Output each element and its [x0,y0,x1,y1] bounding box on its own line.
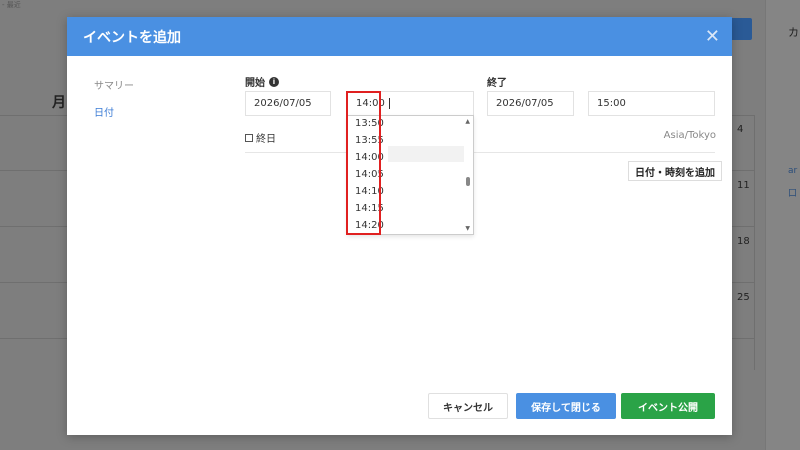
background-button [730,18,752,40]
start-time-input[interactable]: 14:00 [347,91,474,116]
dialog-header: イベントを追加 ✕ [67,17,732,56]
all-day-label: 終日 [256,134,276,145]
start-label-text: 開始 [245,78,265,89]
dialog-title: イベントを追加 [83,29,181,46]
time-option[interactable]: 14:20 [355,220,384,231]
time-option[interactable]: 14:05 [355,169,384,180]
dropdown-hover-highlight [388,146,464,162]
end-time-input[interactable]: 15:00 [588,91,715,116]
time-option[interactable]: 13:55 [355,135,384,146]
scroll-down-icon[interactable]: ▼ [465,225,470,232]
nav-item-date[interactable]: 日付 [94,104,134,119]
time-option[interactable]: 14:00 [355,152,384,163]
end-date-input[interactable]: 2026/07/05 [487,91,574,116]
dialog-side-nav: サマリー 日付 [94,77,134,131]
divider [245,152,715,153]
start-time-value: 14:00 [356,98,385,109]
publish-event-button[interactable]: イベント公開 [621,393,715,419]
time-dropdown[interactable]: 13:50 13:55 14:00 14:05 14:10 14:15 14:2… [347,115,474,235]
right-panel-text: 口 [788,189,798,199]
cancel-button[interactable]: キャンセル [428,393,508,419]
background-heading: 月 [52,95,66,111]
calendar-day-number: 18 [737,236,750,247]
calendar-day-number: 4 [737,124,744,135]
add-date-time-button[interactable]: 日付・時刻を追加 [628,161,722,181]
calendar-day-number: 25 [737,292,750,303]
scrollbar-thumb[interactable] [466,177,470,186]
calendar-day-number: 11 [737,180,750,191]
end-label: 終了 [487,78,507,89]
close-icon[interactable]: ✕ [705,27,720,46]
scroll-up-icon[interactable]: ▲ [465,118,470,125]
calendar-column-line [754,115,755,370]
save-and-close-button[interactable]: 保存して閉じる [516,393,616,419]
time-option[interactable]: 14:10 [355,186,384,197]
nav-item-summary[interactable]: サマリー [94,77,134,92]
start-label: 開始 i [245,74,279,89]
background-top-left-text: - 最近 [2,1,21,9]
all-day-option[interactable]: 終日 [245,130,276,145]
text-caret [388,98,390,109]
time-option[interactable]: 14:15 [355,203,384,214]
timezone-label[interactable]: Asia/Tokyo [664,130,716,141]
start-date-input[interactable]: 2026/07/05 [245,91,331,116]
right-panel-text: ar [788,166,798,176]
right-panel-text: カ [788,26,799,39]
background-right-panel [765,0,800,450]
info-icon[interactable]: i [269,76,279,87]
add-event-dialog: イベントを追加 ✕ サマリー 日付 開始 i 終了 2026/07/05 14:… [67,17,732,435]
all-day-checkbox[interactable] [245,133,253,142]
time-option[interactable]: 13:50 [355,118,384,129]
